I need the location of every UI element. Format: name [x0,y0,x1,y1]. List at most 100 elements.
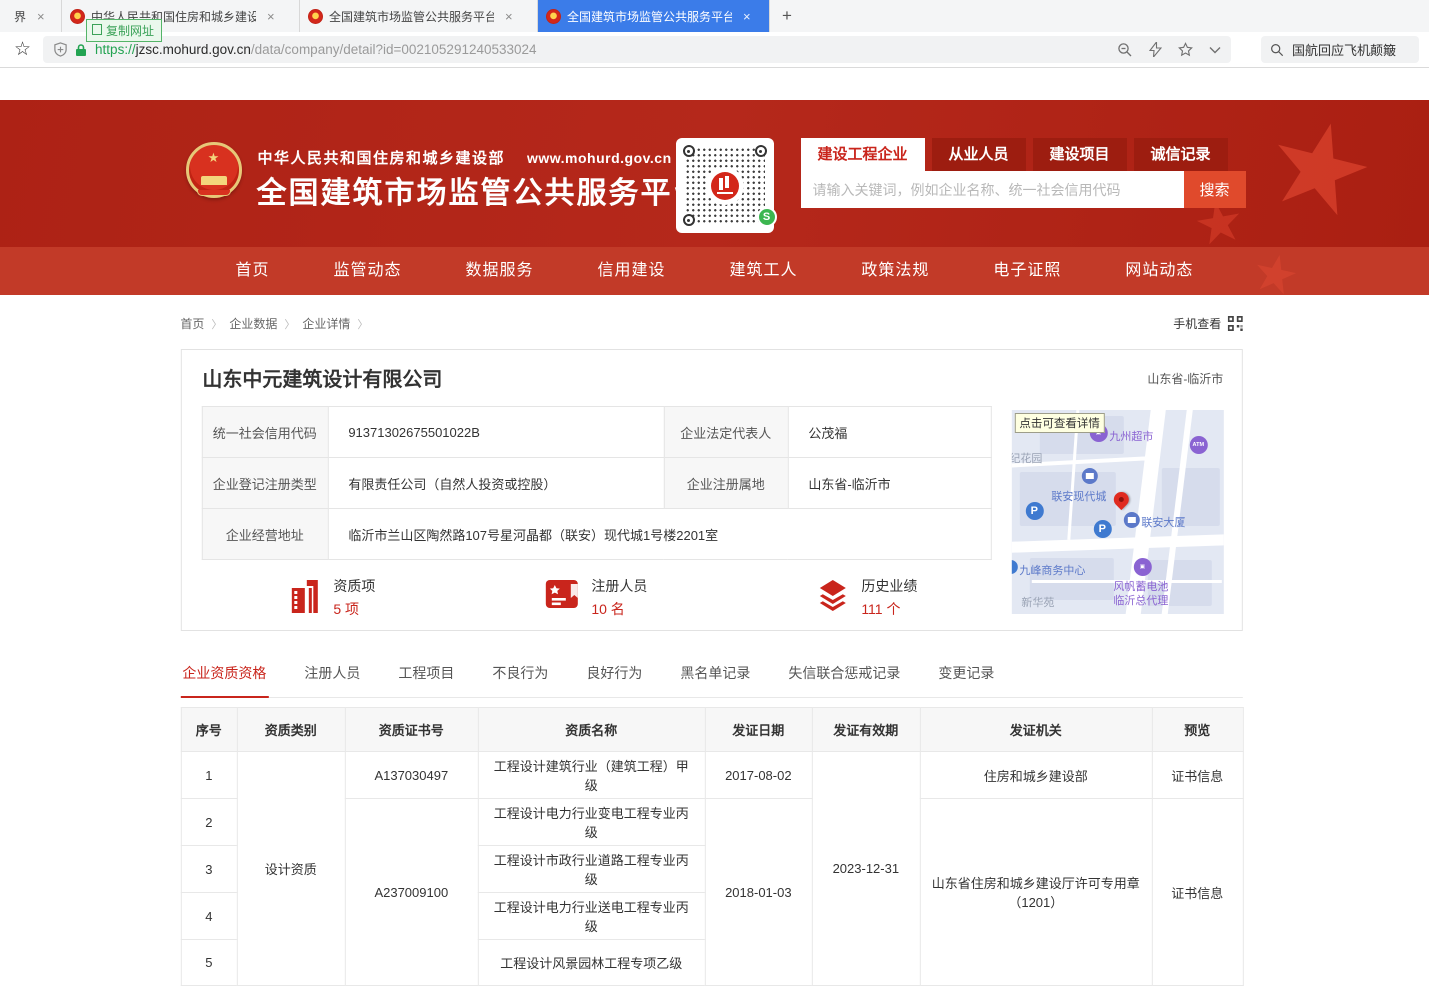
cell-issue-date: 2018-01-03 [705,799,812,986]
certificate-info-link[interactable]: 证书信息 [1152,752,1243,799]
certificate-info-link[interactable]: 证书信息 [1152,799,1243,986]
browser-tab-active[interactable]: 全国建筑市场监管公共服务平台 × [538,0,770,32]
nav-item-credit[interactable]: 信用建设 [597,247,665,295]
qualification-table: 序号 资质类别 资质证书号 资质名称 发证日期 发证有效期 发证机关 预览 1 … [180,707,1243,986]
tab-dishonesty[interactable]: 失信联合惩戒记录 [786,655,902,697]
breadcrumb-separator: 〉 [211,316,222,332]
tab-change-records[interactable]: 变更记录 [936,655,996,697]
chevron-down-icon[interactable] [1209,46,1221,54]
map-parking-icon: P [1093,520,1111,538]
reg-region-label: 企业注册属地 [664,458,788,509]
reg-type-label: 企业登记注册类型 [202,458,328,509]
company-location-map[interactable]: 点击可查看详情 ▣ 九州超市 ATM 纪花园 联安现代城 P P 联安大厦 九峰… [1011,410,1223,614]
company-card: 山东中元建筑设计有限公司 山东省-临沂市 统一社会信用代码 9137130267… [180,349,1242,631]
nav-item-workers[interactable]: 建筑工人 [729,247,797,295]
search-tab-personnel[interactable]: 从业人员 [932,138,1026,171]
cell-name: 工程设计电力行业变电工程专业丙级 [478,799,705,846]
tab-qualifications[interactable]: 企业资质资格 [180,655,268,698]
site-favicon-icon [546,9,561,24]
breadcrumb-company-detail: 企业详情 [302,315,350,332]
search-icon [1270,43,1284,57]
col-category: 资质类别 [237,708,345,752]
ministry-site-url: www.mohurd.gov.cn [527,150,672,166]
tab-projects[interactable]: 工程项目 [396,655,456,697]
map-building-marker-icon [1123,512,1139,528]
cell-authority: 住房和城乡建设部 [920,752,1152,799]
tab-close-icon[interactable]: × [740,9,754,24]
search-tab-project[interactable]: 建设项目 [1033,138,1127,171]
browser-tab-partial[interactable]: 界 × [0,0,62,32]
breadcrumb-company-data[interactable]: 企业数据 [229,315,277,332]
tab-registered-personnel[interactable]: 注册人员 [302,655,362,697]
mobile-view-label[interactable]: 手机查看 [1173,315,1221,332]
cell-name: 工程设计建筑行业（建筑工程）甲级 [478,752,705,799]
cell-index: 3 [181,846,237,893]
tab-blacklist[interactable]: 黑名单记录 [678,655,752,697]
cell-cert-no: A137030497 [345,752,478,799]
qr-center-logo-icon [706,167,744,205]
search-button[interactable]: 搜索 [1184,171,1246,208]
bookmark-star-icon[interactable]: ☆ [14,40,31,59]
nav-item-home[interactable]: 首页 [236,247,270,295]
col-preview: 预览 [1152,708,1243,752]
company-name: 山东中元建筑设计有限公司 [202,363,442,392]
wechat-icon: S [757,207,777,227]
search-tab-credit[interactable]: 诚信记录 [1134,138,1228,171]
address-bar[interactable]: https://jzsc.mohurd.gov.cn/data/company/… [43,36,1231,63]
breadcrumb-home[interactable]: 首页 [180,315,204,332]
zoom-out-icon[interactable] [1117,42,1133,58]
map-tooltip: 点击可查看详情 [1014,413,1104,433]
site-favicon-icon [308,9,323,24]
cell-index: 5 [181,940,237,986]
nav-item-policy[interactable]: 政策法规 [861,247,929,295]
stat-label: 注册人员 [591,576,647,596]
stat-value: 10 名 [591,599,647,619]
cell-index: 4 [181,893,237,940]
site-search-module: 建设工程企业 从业人员 建设项目 诚信记录 搜索 [801,138,1246,208]
site-title: 全国建筑市场监管公共服务平台 [257,168,705,212]
qr-mini-icon[interactable] [1227,316,1242,331]
tab-close-icon[interactable]: × [502,9,516,24]
browser-tab-bar: 界 × 中华人民共和国住房和城乡建设 × 全国建筑市场监管公共服务平台 × 全国… [0,0,1429,32]
map-label-jiufeng: 九峰商务中心 [1019,562,1085,578]
browser-tab-jzsc-1[interactable]: 全国建筑市场监管公共服务平台 × [300,0,538,32]
legal-rep-value: 公茂福 [788,407,991,458]
tab-close-icon[interactable]: × [264,9,278,24]
company-stats: 资质项 5 项 注册人员 10 名 历史业绩 111 个 [201,576,991,628]
nav-item-news[interactable]: 网站动态 [1125,247,1193,295]
site-favicon-icon [70,9,85,24]
nav-item-license[interactable]: 电子证照 [993,247,1061,295]
url-text: https://jzsc.mohurd.gov.cn/data/company/… [95,42,536,57]
stat-qualifications: 资质项 5 项 [287,576,375,619]
map-label-battery-2: 临沂总代理 [1113,592,1168,608]
cell-index: 2 [181,799,237,846]
cell-category: 设计资质 [237,752,345,986]
map-parking-icon: P [1025,502,1043,520]
favorite-star-icon[interactable] [1178,42,1193,57]
copy-icon [94,26,102,35]
ministry-name: 中华人民共和国住房和城乡建设部www.mohurd.gov.cn [258,147,672,168]
tab-bad-behavior[interactable]: 不良行为 [490,655,550,697]
new-tab-button[interactable]: + [770,4,804,28]
col-cert-no: 资质证书号 [345,708,478,752]
quick-search-text: 国航回应飞机颠簸 [1292,40,1396,59]
search-tab-enterprise[interactable]: 建设工程企业 [801,138,925,171]
lightning-icon[interactable] [1149,42,1162,57]
site-header: ★ ★ ★ 中华人民共和国住房和城乡建设部www.mohurd.gov.cn 全… [0,100,1429,247]
building-icon [287,576,323,616]
nav-item-supervision[interactable]: 监管动态 [333,247,401,295]
breadcrumb: 首页 〉 企业数据 〉 企业详情 〉 手机查看 [180,315,1242,332]
tab-close-icon[interactable]: × [34,9,48,24]
quick-search-box[interactable]: 国航回应飞机颠簸 [1261,36,1419,63]
nav-item-data-service[interactable]: 数据服务 [465,247,533,295]
tab-label: 全国建筑市场监管公共服务平台 [329,8,494,25]
cell-name: 工程设计电力行业送电工程专业丙级 [478,893,705,940]
copy-url-tooltip: 复制网址 [86,19,162,42]
shield-icon[interactable] [53,42,68,57]
site-search-input[interactable] [801,171,1184,208]
national-emblem-icon: ★ [186,142,242,198]
map-atm-marker-icon: ATM [1189,436,1207,454]
col-index: 序号 [181,708,237,752]
col-valid-until: 发证有效期 [812,708,920,752]
tab-good-behavior[interactable]: 良好行为 [584,655,644,697]
